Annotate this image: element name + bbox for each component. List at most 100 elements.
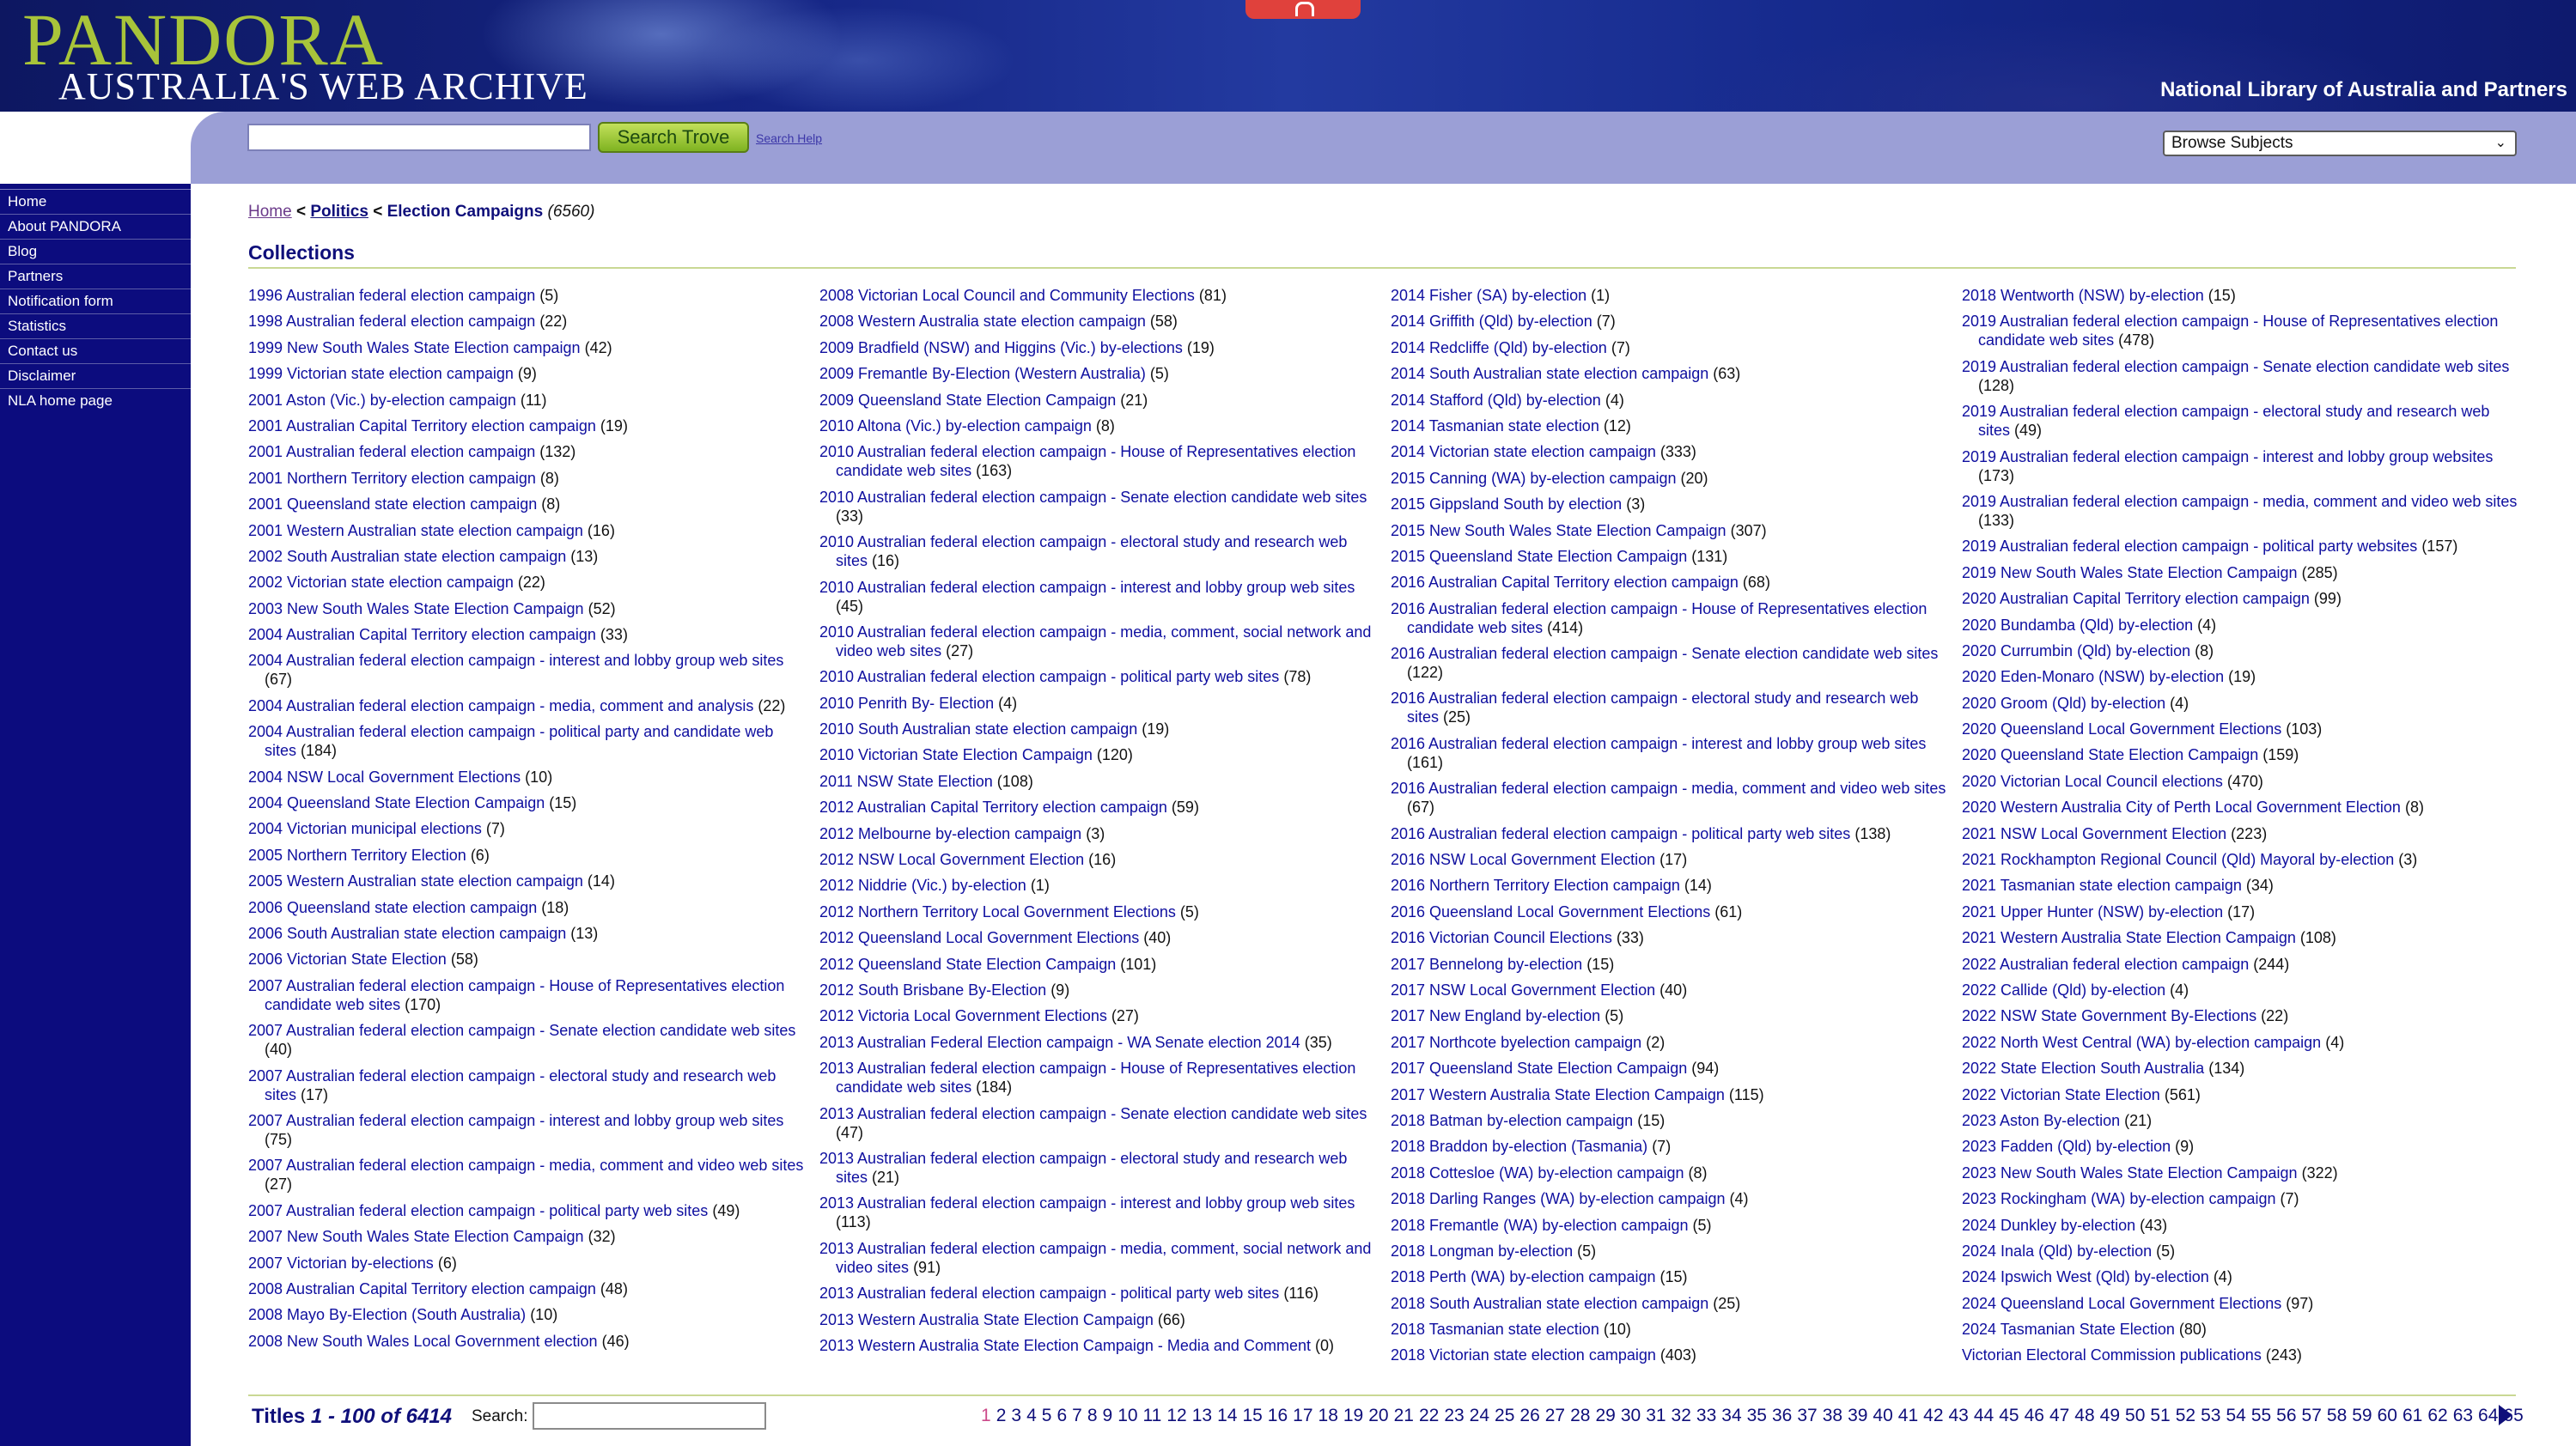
- page-link[interactable]: 34: [1721, 1406, 1741, 1425]
- collection-link[interactable]: 2013 Australian federal election campaig…: [819, 1240, 1371, 1276]
- collection-link[interactable]: 2020 Victorian Local Council elections: [1962, 773, 2223, 790]
- collection-link[interactable]: 2012 Australian Capital Territory electi…: [819, 799, 1167, 816]
- collection-link[interactable]: 2004 Australian federal election campaig…: [248, 697, 753, 714]
- page-link[interactable]: 9: [1103, 1406, 1113, 1425]
- collection-link[interactable]: 2004 Queensland State Election Campaign: [248, 794, 545, 811]
- collection-link[interactable]: 2021 Rockhampton Regional Council (Qld) …: [1962, 851, 2394, 868]
- page-link[interactable]: 14: [1217, 1406, 1237, 1425]
- page-link[interactable]: 11: [1143, 1406, 1162, 1425]
- collection-link[interactable]: 2008 Western Australia state election ca…: [819, 313, 1146, 330]
- collection-link[interactable]: 2010 Penrith By- Election: [819, 695, 994, 712]
- page-link[interactable]: 13: [1192, 1406, 1212, 1425]
- page-link[interactable]: 52: [2176, 1406, 2195, 1425]
- collection-link[interactable]: 2006 Queensland state election campaign: [248, 899, 537, 916]
- sidebar-item-disclaimer[interactable]: Disclaimer: [0, 363, 191, 388]
- collection-link[interactable]: 2018 Cottesloe (WA) by-election campaign: [1391, 1164, 1684, 1182]
- collection-link[interactable]: 2014 Fisher (SA) by-election: [1391, 287, 1586, 304]
- collection-link[interactable]: 2007 Victorian by-elections: [248, 1255, 434, 1272]
- page-link[interactable]: 22: [1419, 1406, 1439, 1425]
- page-link[interactable]: 31: [1646, 1406, 1666, 1425]
- collection-link[interactable]: 2019 Australian federal election campaig…: [1962, 358, 2509, 375]
- collection-link[interactable]: 2010 Australian federal election campaig…: [819, 623, 1371, 659]
- browse-subjects-select[interactable]: Browse Subjects ⌄: [2163, 131, 2517, 156]
- collection-link[interactable]: 2021 Upper Hunter (NSW) by-election: [1962, 903, 2223, 920]
- page-link[interactable]: 61: [2402, 1406, 2422, 1425]
- collection-link[interactable]: 2008 Mayo By-Election (South Australia): [248, 1306, 526, 1323]
- collection-link[interactable]: 2016 Northern Territory Election campaig…: [1391, 877, 1680, 894]
- page-link[interactable]: 56: [2276, 1406, 2296, 1425]
- page-link[interactable]: 30: [1621, 1406, 1641, 1425]
- collection-link[interactable]: 2018 Perth (WA) by-election campaign: [1391, 1268, 1655, 1285]
- collection-link[interactable]: 2015 Gippsland South by election: [1391, 495, 1622, 513]
- collection-link[interactable]: 2016 Australian federal election campaig…: [1391, 735, 1926, 752]
- collection-link[interactable]: 2016 Australian federal election campaig…: [1391, 780, 1946, 797]
- collection-link[interactable]: 2015 Queensland State Election Campaign: [1391, 548, 1687, 565]
- page-link[interactable]: 28: [1570, 1406, 1590, 1425]
- collection-link[interactable]: 2022 NSW State Government By-Elections: [1962, 1007, 2256, 1024]
- collection-link[interactable]: 2016 Australian Capital Territory electi…: [1391, 574, 1739, 591]
- collection-link[interactable]: 2020 Groom (Qld) by-election: [1962, 695, 2165, 712]
- collection-link[interactable]: 2018 South Australian state election cam…: [1391, 1295, 1708, 1312]
- collection-link[interactable]: 2005 Northern Territory Election: [248, 847, 466, 864]
- collection-link[interactable]: 2010 Altona (Vic.) by-election campaign: [819, 417, 1092, 434]
- collection-link[interactable]: 2001 Queensland state election campaign: [248, 495, 537, 513]
- search-trove-button[interactable]: Search Trove: [598, 122, 749, 153]
- collection-link[interactable]: 2012 South Brisbane By-Election: [819, 981, 1046, 999]
- collection-link[interactable]: 2019 Australian federal election campaig…: [1962, 313, 2498, 349]
- page-link[interactable]: 50: [2125, 1406, 2145, 1425]
- collection-link[interactable]: 2008 New South Wales Local Government el…: [248, 1333, 598, 1350]
- page-link[interactable]: 58: [2327, 1406, 2347, 1425]
- collection-link[interactable]: 2022 State Election South Australia: [1962, 1060, 2204, 1077]
- collection-link[interactable]: 2022 Callide (Qld) by-election: [1962, 981, 2165, 999]
- collection-link[interactable]: 2009 Queensland State Election Campaign: [819, 392, 1116, 409]
- collection-link[interactable]: 2017 Bennelong by-election: [1391, 956, 1582, 973]
- collection-link[interactable]: 2007 New South Wales State Election Camp…: [248, 1228, 584, 1245]
- collection-link[interactable]: 2014 South Australian state election cam…: [1391, 365, 1708, 382]
- page-link[interactable]: 38: [1823, 1406, 1842, 1425]
- collection-link[interactable]: 2014 Griffith (Qld) by-election: [1391, 313, 1592, 330]
- collection-link[interactable]: 2004 Victorian municipal elections: [248, 820, 482, 837]
- sidebar-item-nla-home-page[interactable]: NLA home page: [0, 388, 191, 413]
- collection-link[interactable]: 2020 Bundamba (Qld) by-election: [1962, 617, 2193, 634]
- collection-link[interactable]: 2012 Niddrie (Vic.) by-election: [819, 877, 1026, 894]
- collection-link[interactable]: 2004 NSW Local Government Elections: [248, 769, 521, 786]
- page-link[interactable]: 49: [2100, 1406, 2120, 1425]
- collection-link[interactable]: 2024 Dunkley by-election: [1962, 1217, 2135, 1234]
- collection-link[interactable]: 2019 Australian federal election campaig…: [1962, 538, 2417, 555]
- collection-link[interactable]: 2017 Queensland State Election Campaign: [1391, 1060, 1687, 1077]
- collection-link[interactable]: 2018 Tasmanian state election: [1391, 1321, 1599, 1338]
- page-link[interactable]: 3: [1011, 1406, 1021, 1425]
- collection-link[interactable]: 2012 Northern Territory Local Government…: [819, 903, 1176, 920]
- collection-link[interactable]: 2009 Fremantle By-Election (Western Aust…: [819, 365, 1146, 382]
- collection-link[interactable]: 2024 Inala (Qld) by-election: [1962, 1242, 2152, 1260]
- page-link[interactable]: 17: [1293, 1406, 1312, 1425]
- collection-link[interactable]: 2020 Eden-Monaro (NSW) by-election: [1962, 668, 2224, 685]
- breadcrumb-home-link[interactable]: Home: [248, 203, 292, 221]
- collection-link[interactable]: 2018 Fremantle (WA) by-election campaign: [1391, 1217, 1688, 1234]
- page-link[interactable]: 55: [2251, 1406, 2271, 1425]
- page-link[interactable]: 62: [2427, 1406, 2447, 1425]
- page-link[interactable]: 19: [1343, 1406, 1363, 1425]
- collection-link[interactable]: 2018 Wentworth (NSW) by-election: [1962, 287, 2204, 304]
- page-link[interactable]: 23: [1444, 1406, 1464, 1425]
- sidebar-item-about-pandora[interactable]: About PANDORA: [0, 214, 191, 239]
- page-link[interactable]: 12: [1166, 1406, 1186, 1425]
- collection-link[interactable]: 2007 Australian federal election campaig…: [248, 1157, 803, 1174]
- collection-link[interactable]: 2007 Australian federal election campaig…: [248, 977, 784, 1013]
- page-link[interactable]: 39: [1848, 1406, 1867, 1425]
- collection-link[interactable]: 2010 Victorian State Election Campaign: [819, 746, 1093, 763]
- collection-link[interactable]: 2010 Australian federal election campaig…: [819, 668, 1279, 685]
- collection-link[interactable]: 2007 Australian federal election campaig…: [248, 1202, 708, 1219]
- collection-link[interactable]: 2024 Tasmanian State Election: [1962, 1321, 2175, 1338]
- page-link[interactable]: 43: [1949, 1406, 1969, 1425]
- collection-link[interactable]: 2024 Ipswich West (Qld) by-election: [1962, 1268, 2209, 1285]
- page-link[interactable]: 41: [1898, 1406, 1918, 1425]
- collection-link[interactable]: 2014 Tasmanian state election: [1391, 417, 1599, 434]
- page-link[interactable]: 53: [2201, 1406, 2220, 1425]
- page-link[interactable]: 37: [1797, 1406, 1817, 1425]
- collection-link[interactable]: 2023 Rockingham (WA) by-election campaig…: [1962, 1190, 2276, 1207]
- collection-link[interactable]: 2014 Victorian state election campaign: [1391, 443, 1656, 460]
- collection-link[interactable]: 2007 Australian federal election campaig…: [248, 1112, 783, 1129]
- collection-link[interactable]: 1999 Victorian state election campaign: [248, 365, 514, 382]
- collection-link[interactable]: 2010 South Australian state election cam…: [819, 720, 1137, 738]
